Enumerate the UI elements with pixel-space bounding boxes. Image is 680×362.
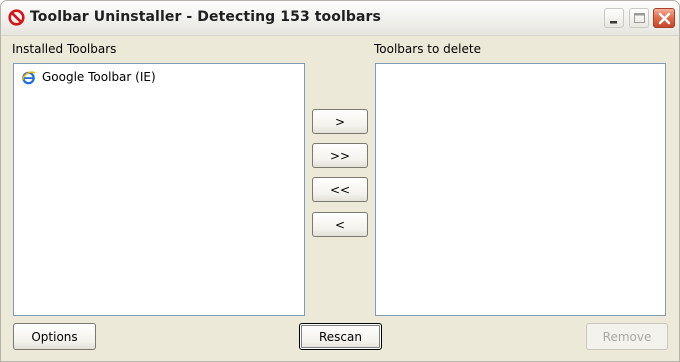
installed-toolbars-label: Installed Toolbars — [12, 42, 117, 56]
internet-explorer-icon — [21, 70, 36, 84]
title-bar[interactable]: Toolbar Uninstaller - Detecting 153 tool… — [1, 1, 679, 36]
toolbars-to-delete-list[interactable] — [375, 63, 666, 316]
toolbars-to-delete-label: Toolbars to delete — [374, 42, 481, 56]
maximize-icon — [634, 13, 645, 23]
rescan-button[interactable]: Rescan — [299, 323, 382, 350]
close-icon — [658, 12, 671, 25]
move-selected-left-button[interactable]: < — [312, 212, 368, 237]
remove-button[interactable]: Remove — [586, 323, 668, 350]
installed-toolbars-list[interactable]: Google Toolbar (IE) — [13, 63, 305, 316]
move-all-left-button[interactable]: << — [312, 177, 368, 202]
options-button[interactable]: Options — [13, 323, 96, 350]
app-window: Toolbar Uninstaller - Detecting 153 tool… — [0, 0, 680, 362]
list-item-label: Google Toolbar (IE) — [42, 70, 156, 84]
move-selected-right-button[interactable]: > — [312, 109, 368, 134]
close-button[interactable] — [653, 8, 675, 28]
list-item[interactable]: Google Toolbar (IE) — [21, 68, 156, 86]
move-all-right-button[interactable]: >> — [312, 143, 368, 168]
window-title: Toolbar Uninstaller - Detecting 153 tool… — [30, 9, 381, 25]
maximize-button[interactable] — [629, 8, 649, 28]
minimize-icon — [610, 21, 617, 24]
no-entry-icon — [8, 9, 25, 26]
minimize-button[interactable] — [604, 8, 624, 28]
